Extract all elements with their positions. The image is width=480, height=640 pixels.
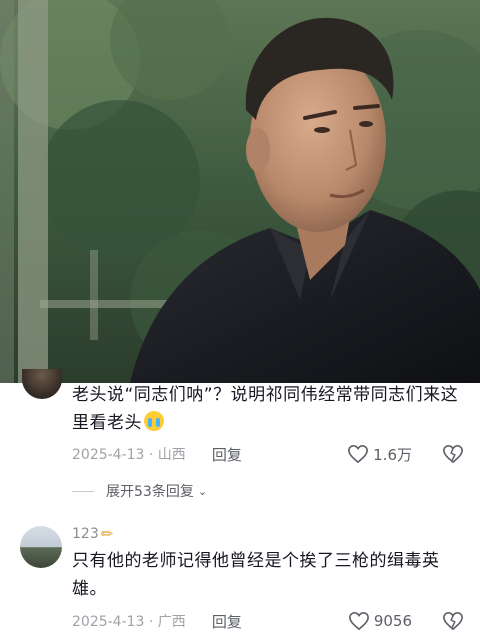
comment-meta: 2025-4-13 · 山西 回复 1.6万 [72,442,464,466]
dislike-button[interactable] [442,611,464,631]
crying-emoji-icon [144,411,164,431]
reply-button[interactable]: 回复 [212,444,242,465]
heart-icon [348,444,369,464]
username[interactable]: 123 ✏ [72,525,113,543]
dislike-button[interactable] [442,444,464,464]
comment-date-location: 2025-4-13 · 山西 [72,447,186,463]
divider [72,490,94,492]
broken-heart-icon [443,444,463,464]
comment-meta: 2025-4-13 · 广西 回复 9056 [72,609,464,633]
man-portrait-illustration [0,0,480,383]
comment-date-location: 2025-4-13 · 广西 [72,614,186,630]
username-text: 123 [72,526,99,542]
comment-line: 老头说“同志们呐”？说明祁同伟经常带同志们来这 [72,385,459,405]
like-count: 9056 [373,612,412,630]
comment-body: 只有他的老师记得他曾经是个挨了三枪的缉毒英 雄。 [72,547,464,603]
like-count: 1.6万 [373,445,412,464]
avatar[interactable] [20,526,62,568]
comment-body: 老头说“同志们呐”？说明祁同伟经常带同志们来这 里看老头 [72,381,464,437]
broken-heart-icon [443,611,463,631]
comment-list: 老头说“同志们呐”？说明祁同伟经常带同志们来这 里看老头 2025-4-13 ·… [0,369,480,640]
comment-line: 里看老头 [72,409,464,437]
comment-line: 只有他的老师记得他曾经是个挨了三枪的缉毒英 [72,551,440,571]
like-button[interactable]: 1.6万 [347,444,412,465]
comment-line: 雄。 [72,579,107,599]
pencil-icon: ✏ [100,525,114,543]
heart-icon [348,611,369,631]
reply-button[interactable]: 回复 [212,611,242,632]
expand-replies-button[interactable]: 展开53条回复 ⌄ [72,480,207,502]
like-button[interactable]: 9056 [348,611,412,631]
chevron-down-icon: ⌄ [197,484,208,498]
avatar[interactable] [22,369,62,399]
expand-replies-label: 展开53条回复 [106,484,194,500]
video-frame-image [0,0,480,383]
